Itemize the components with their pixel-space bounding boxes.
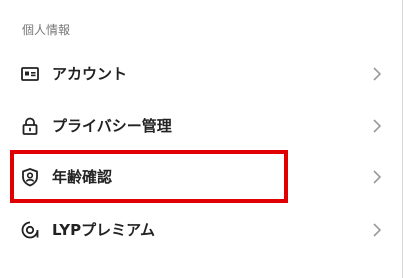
highlight-box [10,150,288,203]
chevron-right-icon [372,169,382,185]
chevron-right-icon [372,118,382,134]
menu-item-privacy[interactable]: プライバシー管理 [0,101,403,153]
menu-item-lyp-premium[interactable]: LYPプレミアム [0,205,403,257]
lock-icon [20,116,40,136]
section-title: 個人情報 [22,23,71,37]
account-card-icon [20,64,40,84]
menu-item-label: プライバシー管理 [52,117,172,135]
premium-badge-icon [20,220,40,240]
menu-item-label: LYPプレミアム [52,221,156,239]
chevron-right-icon [372,66,382,82]
menu-item-account[interactable]: アカウント [0,49,403,101]
menu-item-label: アカウント [52,65,128,83]
chevron-right-icon [372,222,382,238]
